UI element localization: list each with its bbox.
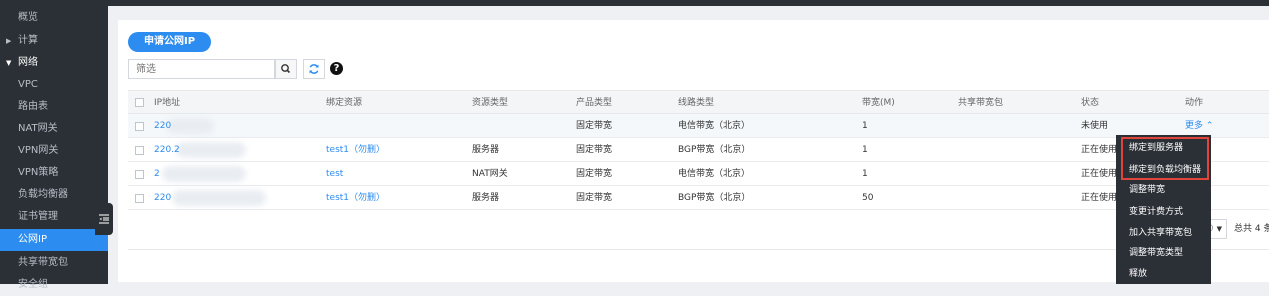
sidebar-item-network[interactable]: ▼ 网络 xyxy=(0,52,108,74)
sidebar-item-nat-gateway[interactable]: NAT网关 xyxy=(0,118,108,140)
table-header: IP地址 绑定资源 资源类型 产品类型 线路类型 带宽(M) 共享带宽包 状态 … xyxy=(128,90,1269,114)
sidebar-item-label: 证书管理 xyxy=(18,211,58,222)
ip-link[interactable]: 220 xyxy=(154,114,171,138)
search-icon xyxy=(281,64,291,74)
table-row[interactable]: 220 固定带宽 电信带宽（北京） 1 未使用 更多 ⌃ xyxy=(128,114,1269,138)
table-row[interactable]: 220.2 test1（勿删） 服务器 固定带宽 BGP带宽（北京） 1 正在使… xyxy=(128,138,1269,162)
product-type: 固定带宽 xyxy=(576,169,613,179)
header-line-type[interactable]: 线路类型 xyxy=(678,91,714,115)
bandwidth: 1 xyxy=(862,121,868,131)
resource-link[interactable]: test xyxy=(326,162,343,186)
bandwidth: 1 xyxy=(862,145,868,155)
sidebar-item-compute[interactable]: ▶ 计算 xyxy=(0,30,108,52)
sidebar-item-vpn-policy[interactable]: VPN策略 xyxy=(0,162,108,184)
resource-type: NAT网关 xyxy=(472,169,508,179)
sidebar-item-public-ip[interactable]: 公网IP xyxy=(0,229,108,251)
ip-link[interactable]: 2 xyxy=(154,162,160,186)
chevron-down-icon: ▼ xyxy=(1216,225,1222,233)
menu-item-change-billing[interactable]: 变更计费方式 xyxy=(1129,201,1183,223)
refresh-icon xyxy=(309,64,319,74)
sidebar-item-label: 安全组 xyxy=(18,279,48,290)
product-type: 固定带宽 xyxy=(576,121,613,131)
bandwidth: 50 xyxy=(862,193,874,203)
header-status[interactable]: 状态 xyxy=(1081,91,1099,115)
search-button[interactable] xyxy=(275,59,297,79)
line-type: 电信带宽（北京） xyxy=(678,121,751,131)
ip-link[interactable]: 220 xyxy=(154,186,171,210)
row-checkbox[interactable] xyxy=(135,194,144,203)
sidebar-item-shared-bandwidth[interactable]: 共享带宽包 xyxy=(0,252,108,274)
sidebar: 概览 ▶ 计算 ▼ 网络 VPC 路由表 NAT网关 VPN网关 VPN策略 负载均… xyxy=(0,6,108,290)
sidebar-item-label: VPN网关 xyxy=(18,145,59,156)
header-action: 动作 xyxy=(1185,98,1204,108)
sidebar-item-label: VPC xyxy=(18,79,38,90)
sidebar-item-label: 共享带宽包 xyxy=(18,257,68,268)
sidebar-item-label: 计算 xyxy=(18,35,38,46)
resource-type: 服务器 xyxy=(472,193,500,203)
table-bottom-divider xyxy=(128,249,1269,250)
row-checkbox[interactable] xyxy=(135,170,144,179)
status: 正在使用 xyxy=(1081,193,1118,203)
table-row[interactable]: 2 test NAT网关 固定带宽 电信带宽（北京） 1 正在使用 xyxy=(128,162,1269,186)
caret-down-icon: ▼ xyxy=(6,59,12,67)
sidebar-item-overview[interactable]: 概览 xyxy=(0,7,108,29)
sidebar-item-route-table[interactable]: 路由表 xyxy=(0,96,108,118)
sidebar-item-label: VPN策略 xyxy=(18,167,59,178)
sidebar-item-load-balancer[interactable]: 负载均衡器 xyxy=(0,184,108,206)
table-row[interactable]: 220 test1（勿删） 服务器 固定带宽 BGP带宽（北京） 50 正在使用 xyxy=(128,186,1269,210)
sidebar-item-security-group[interactable]: 安全组 xyxy=(0,274,108,296)
caret-right-icon: ▶ xyxy=(6,37,12,45)
sidebar-item-label: 负载均衡器 xyxy=(18,189,68,200)
top-bar xyxy=(0,0,1269,6)
sidebar-item-certificates[interactable]: 证书管理 xyxy=(0,206,108,228)
line-type: 电信带宽（北京） xyxy=(678,169,751,179)
product-type: 固定带宽 xyxy=(576,145,613,155)
highlight-box xyxy=(1121,137,1209,180)
header-shared-bandwidth[interactable]: 共享带宽包 xyxy=(958,91,1003,115)
status: 正在使用 xyxy=(1081,145,1118,155)
row-checkbox[interactable] xyxy=(135,122,144,131)
status: 正在使用 xyxy=(1081,169,1118,179)
help-icon[interactable]: ? xyxy=(330,62,343,75)
line-type: BGP带宽（北京） xyxy=(678,193,751,203)
sidebar-item-label: NAT网关 xyxy=(18,123,58,134)
redaction-mask xyxy=(162,166,246,182)
redaction-mask xyxy=(172,190,266,206)
menu-item-release[interactable]: 释放 xyxy=(1129,263,1147,285)
sidebar-item-vpc[interactable]: VPC xyxy=(0,74,108,96)
header-product-type[interactable]: 产品类型 xyxy=(576,91,612,115)
header-bandwidth[interactable]: 带宽(M) xyxy=(862,91,895,115)
bandwidth: 1 xyxy=(862,169,868,179)
resource-type: 服务器 xyxy=(472,145,500,155)
product-type: 固定带宽 xyxy=(576,193,613,203)
row-checkbox[interactable] xyxy=(135,146,144,155)
sidebar-item-vpn-gateway[interactable]: VPN网关 xyxy=(0,140,108,162)
filter-input[interactable] xyxy=(128,59,275,79)
collapse-icon[interactable] xyxy=(95,203,113,235)
menu-item-join-shared-bandwidth[interactable]: 加入共享带宽包 xyxy=(1129,222,1192,244)
header-resource-type[interactable]: 资源类型 xyxy=(472,91,508,115)
sidebar-item-label: 公网IP xyxy=(18,234,47,245)
status: 未使用 xyxy=(1081,121,1109,131)
resource-link[interactable]: test1（勿删） xyxy=(326,186,385,210)
redaction-mask xyxy=(176,142,246,158)
resource-link[interactable]: test1（勿删） xyxy=(326,138,385,162)
ip-link[interactable]: 220.2 xyxy=(154,138,180,162)
menu-item-adjust-bandwidth[interactable]: 调整带宽 xyxy=(1129,179,1165,201)
sidebar-item-label: 概览 xyxy=(18,12,38,23)
total-count: 总共 4 条 xyxy=(1234,224,1269,234)
redaction-mask xyxy=(166,118,214,134)
menu-item-adjust-bandwidth-type[interactable]: 调整带宽类型 xyxy=(1129,242,1183,264)
header-ip[interactable]: IP地址 xyxy=(154,91,180,115)
sidebar-item-label: 网络 xyxy=(18,57,38,68)
select-all-checkbox[interactable] xyxy=(135,98,144,107)
refresh-button[interactable] xyxy=(303,59,325,79)
header-resource[interactable]: 绑定资源 xyxy=(326,91,362,115)
apply-public-ip-button[interactable]: 申请公网IP xyxy=(128,32,211,52)
line-type: BGP带宽（北京） xyxy=(678,145,751,155)
sidebar-item-label: 路由表 xyxy=(18,101,48,112)
